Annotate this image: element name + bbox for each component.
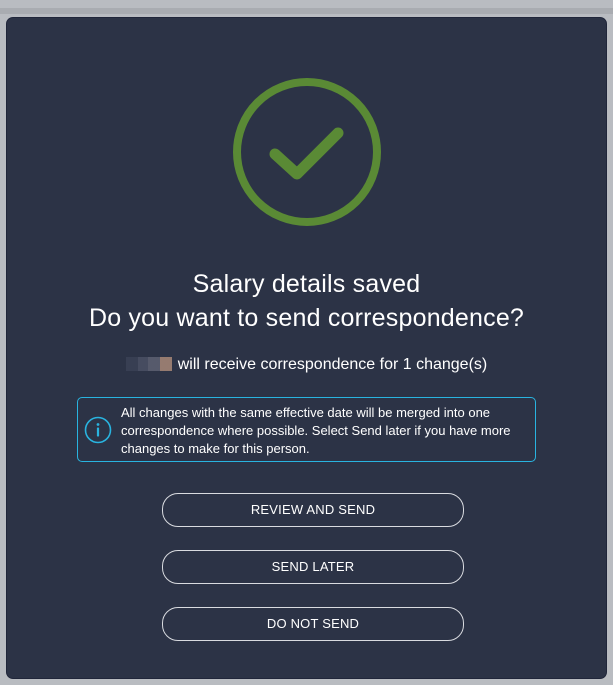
- dialog-title: Salary details saved: [192, 270, 421, 298]
- send-later-button[interactable]: SEND LATER: [162, 550, 464, 584]
- recipient-line: will receive correspondence for 1 change…: [7, 356, 606, 374]
- dialog-question: Do you want to send correspondence?: [88, 304, 525, 332]
- info-circle-icon: [84, 416, 112, 444]
- info-notice: All changes with the same effective date…: [77, 397, 536, 462]
- redacted-name: [125, 357, 172, 371]
- recipient-text: will receive correspondence for 1 change…: [177, 356, 488, 373]
- correspondence-dialog: Salary details saved Do you want to send…: [7, 18, 606, 678]
- do-not-send-button[interactable]: DO NOT SEND: [162, 607, 464, 641]
- backdrop-strip: [0, 8, 613, 14]
- info-text: All changes with the same effective date…: [121, 405, 511, 456]
- check-circle-icon: [233, 78, 381, 226]
- review-and-send-button[interactable]: REVIEW AND SEND: [162, 493, 464, 527]
